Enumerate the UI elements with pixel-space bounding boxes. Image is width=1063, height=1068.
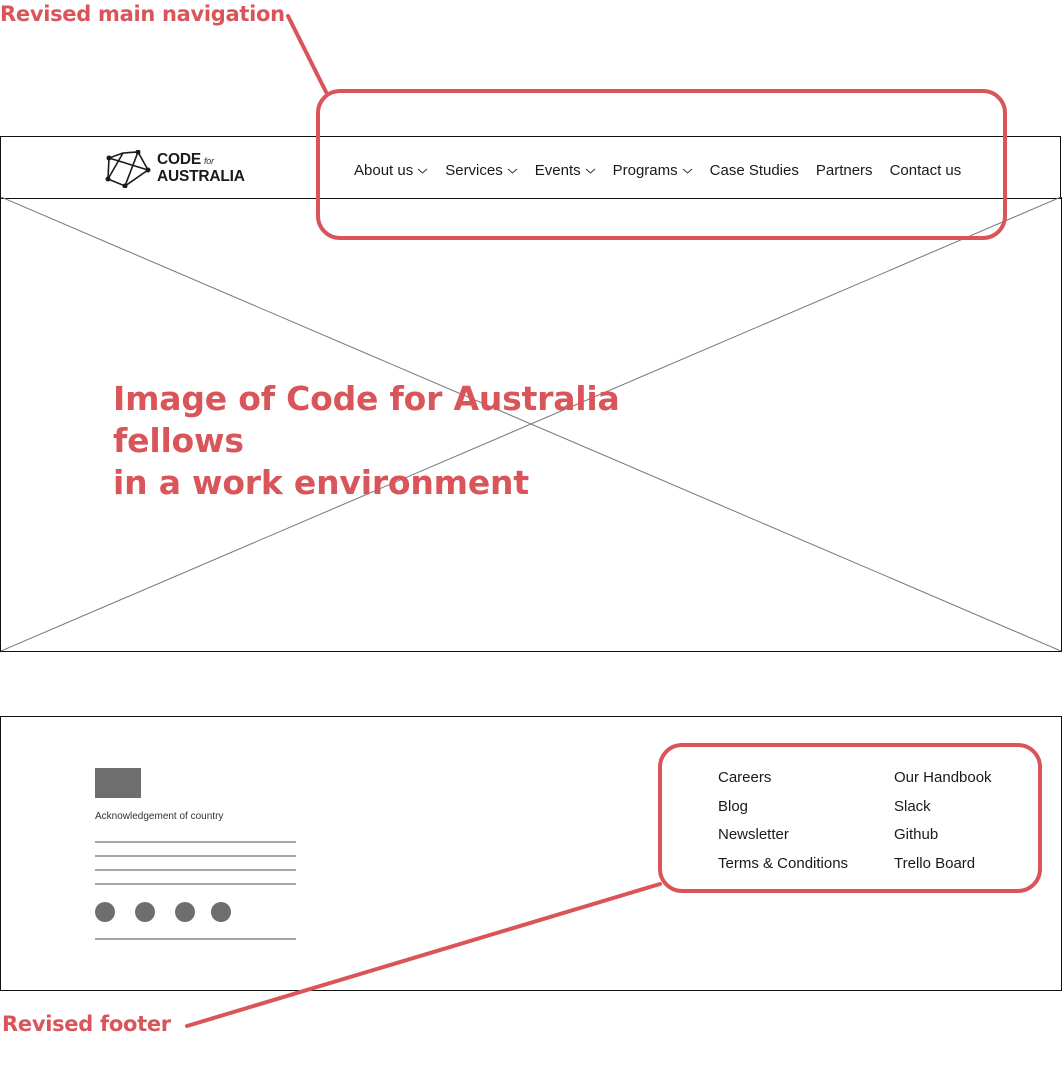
nav-label: Case Studies [709,161,799,179]
divider-line [95,938,296,940]
footer-link-newsletter[interactable]: Newsletter [718,825,894,845]
hero-caption: Image of Code for Australia fellows in a… [113,378,753,504]
nav-label: Services [445,161,503,179]
logo-text-code: CODE [157,151,201,168]
footer-link-slack[interactable]: Slack [894,797,1054,817]
footer-logo-placeholder [95,768,141,798]
nav-item-case-studies[interactable]: Case Studies [710,162,799,179]
footer-links: Careers Our Handbook Blog Slack Newslett… [718,768,1054,873]
chevron-down-icon [507,168,518,174]
nav-item-events[interactable]: Events [535,162,596,179]
logo-text-for: for [203,156,214,166]
code-for-australia-logo[interactable]: CODE for AUSTRALIA [105,149,245,189]
text-line-placeholder [95,841,296,843]
nav-item-about-us[interactable]: About us [354,162,428,179]
nav-label: About us [354,161,414,179]
nav-label: Contact us [889,161,962,179]
footer-link-blog[interactable]: Blog [718,797,894,817]
nav-item-programs[interactable]: Programs [613,162,693,179]
social-icon[interactable] [211,902,231,922]
nav-item-contact-us[interactable]: Contact us [890,162,962,179]
nav-item-services[interactable]: Services [445,162,518,179]
footer-link-terms-conditions[interactable]: Terms & Conditions [718,854,894,874]
nav-label: Programs [612,161,678,179]
chevron-down-icon [417,168,428,174]
footer-link-careers[interactable]: Careers [718,768,894,788]
social-icon[interactable] [135,902,155,922]
annotation-pointer-nav [286,14,328,94]
hero-caption-line-1: Image of Code for Australia fellows [113,379,620,460]
social-icon[interactable] [95,902,115,922]
footer-link-github[interactable]: Github [894,825,1054,845]
acknowledgement-of-country: Acknowledgement of country [95,811,224,822]
network-logo-icon [105,149,151,189]
hero-caption-line-2: in a work environment [113,463,529,502]
text-line-placeholder [95,869,296,871]
text-line-placeholder [95,883,296,885]
annotation-label-main-navigation: Revised main navigation [0,2,285,26]
footer-link-our-handbook[interactable]: Our Handbook [894,768,1054,788]
chevron-down-icon [585,168,595,174]
text-line-placeholder [95,855,296,857]
nav-item-partners[interactable]: Partners [816,162,873,179]
social-icon[interactable] [175,902,195,922]
nav-label: Events [534,161,581,179]
chevron-down-icon [682,168,692,174]
nav-label: Partners [815,161,873,179]
annotation-label-footer: Revised footer [2,1012,171,1036]
logo-text-australia: AUSTRALIA [157,168,245,185]
footer-link-trello-board[interactable]: Trello Board [894,854,1054,874]
main-navigation: About us Services Events Programs Case S… [354,160,978,180]
